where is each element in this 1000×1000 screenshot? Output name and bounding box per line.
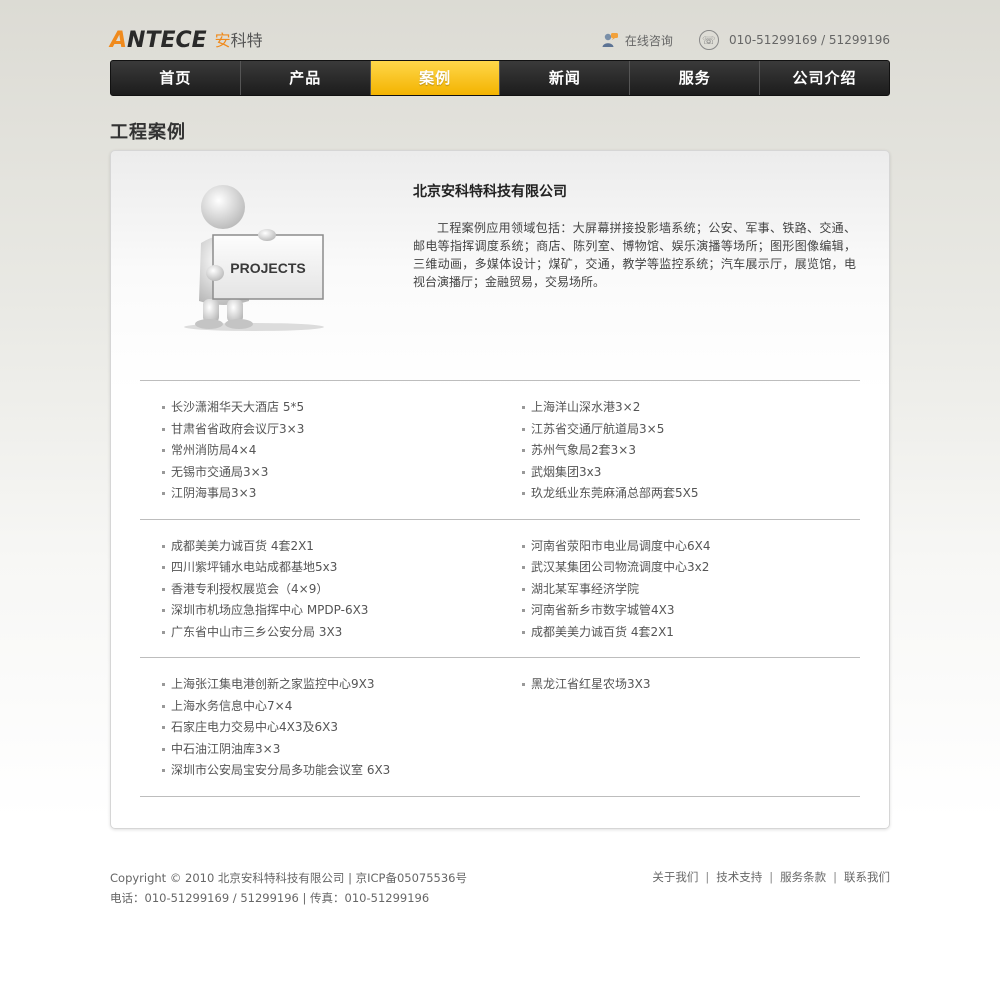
- footer-separator: |: [833, 870, 837, 884]
- project-item[interactable]: 长沙潇湘华天大酒店 5*5: [162, 397, 500, 419]
- chat-user-icon: [601, 31, 619, 49]
- content-panel: PROJECTS 北京安科特科技有限公司 工程案例应用领域包括：大屏幕拼接投影墙…: [110, 150, 890, 829]
- project-item[interactable]: 无锡市交通局3×3: [162, 462, 500, 484]
- footer-link-terms[interactable]: 服务条款: [780, 868, 826, 886]
- nav-item-service[interactable]: 服务: [630, 61, 761, 95]
- logo-wordmark: ANTECE: [110, 28, 207, 53]
- project-item[interactable]: 常州消防局4×4: [162, 440, 500, 462]
- project-column-right: 黑龙江省红星农场3X3: [500, 674, 860, 782]
- footer-separator: |: [705, 870, 710, 884]
- project-group: 成都美美力诚百货 4套2X1 四川紫坪铺水电站成都基地5x3 香港专利授权展览会…: [140, 518, 860, 658]
- header-contact: 在线咨询 ☏ 010-51299169 / 51299196: [601, 30, 890, 50]
- page-title: 工程案例: [110, 122, 186, 143]
- project-item[interactable]: 武烟集团3x3: [522, 462, 860, 484]
- site-logo[interactable]: ANTECE 安科特: [110, 28, 263, 54]
- nav-item-home[interactable]: 首页: [111, 61, 241, 95]
- project-column-left: 长沙潇湘华天大酒店 5*5 甘肃省省政府会议厅3×3 常州消防局4×4 无锡市交…: [140, 397, 500, 505]
- project-group: 长沙潇湘华天大酒店 5*5 甘肃省省政府会议厅3×3 常州消防局4×4 无锡市交…: [140, 380, 860, 519]
- project-item[interactable]: 江苏省交通厅航道局3×5: [522, 419, 860, 441]
- project-item[interactable]: 成都美美力诚百货 4套2X1: [522, 622, 860, 644]
- phone-icon: ☏: [698, 30, 719, 50]
- logo-chinese-name: 安科特: [214, 31, 263, 50]
- footer-links: 关于我们 | 技术支持 | 服务条款 | 联系我们: [652, 868, 890, 886]
- nav-item-cases[interactable]: 案例: [370, 61, 501, 95]
- project-column-right: 河南省荥阳市电业局调度中心6X4 武汉某集团公司物流调度中心3x2 湖北某军事经…: [500, 536, 860, 644]
- project-item[interactable]: 湖北某军事经济学院: [522, 579, 860, 601]
- company-name: 北京安科特科技有限公司: [413, 184, 567, 200]
- project-item[interactable]: 深圳市公安局宝安分局多功能会议室 6X3: [162, 760, 500, 782]
- project-item[interactable]: 黑龙江省红星农场3X3: [522, 674, 860, 696]
- project-item[interactable]: 河南省新乡市数字城管4X3: [522, 600, 860, 622]
- project-item[interactable]: 香港专利授权展览会（4×9）: [162, 579, 500, 601]
- footer-contact: 电话：010-51299169 / 51299196 | 传真：010-5129…: [110, 891, 430, 905]
- footer-separator: |: [769, 870, 774, 884]
- project-item[interactable]: 河南省荥阳市电业局调度中心6X4: [522, 536, 860, 558]
- project-item[interactable]: 上海洋山深水港3×2: [522, 397, 860, 419]
- main-nav: 首页 产品 案例 新闻 服务 公司介绍: [110, 60, 890, 96]
- project-column-left: 成都美美力诚百货 4套2X1 四川紫坪铺水电站成都基地5x3 香港专利授权展览会…: [140, 536, 500, 644]
- nav-item-products[interactable]: 产品: [241, 61, 371, 95]
- online-consult-link[interactable]: 在线咨询: [601, 31, 673, 49]
- site-header: ANTECE 安科特 在线咨询 ☏ 010-51299169 / 5129919…: [110, 28, 890, 54]
- project-item[interactable]: 深圳市机场应急指挥中心 MPDP-6X3: [162, 600, 500, 622]
- company-intro: 工程案例应用领域包括：大屏幕拼接投影墙系统；公安、军事、铁路、交通、邮电等指挥调…: [413, 221, 856, 289]
- project-item[interactable]: 四川紫坪铺水电站成都基地5x3: [162, 557, 500, 579]
- phone-info: ☏ 010-51299169 / 51299196: [698, 30, 890, 50]
- project-item[interactable]: 甘肃省省政府会议厅3×3: [162, 419, 500, 441]
- nav-item-news[interactable]: 新闻: [500, 61, 631, 95]
- site-footer: Copyright © 2010 北京安科特科技有限公司 | 京ICP备0507…: [110, 868, 890, 908]
- projects-sign-label: PROJECTS: [230, 260, 305, 276]
- footer-link-support[interactable]: 技术支持: [716, 868, 762, 886]
- project-column-right: 上海洋山深水港3×2 江苏省交通厅航道局3×5 苏州气象局2套3×3 武烟集团3…: [500, 397, 860, 505]
- project-column-left: 上海张江集电港创新之家监控中心9X3 上海水务信息中心7×4 石家庄电力交易中心…: [140, 674, 500, 782]
- footer-link-contact[interactable]: 联系我们: [844, 868, 890, 886]
- project-item[interactable]: 武汉某集团公司物流调度中心3x2: [522, 557, 860, 579]
- project-item[interactable]: 中石油江阴油库3×3: [162, 739, 500, 761]
- online-consult-label: 在线咨询: [624, 33, 673, 48]
- project-item[interactable]: 上海水务信息中心7×4: [162, 696, 500, 718]
- project-item[interactable]: 石家庄电力交易中心4X3及6X3: [162, 717, 500, 739]
- nav-item-about[interactable]: 公司介绍: [760, 61, 889, 95]
- phone-number: 010-51299169 / 51299196: [728, 33, 890, 47]
- project-item[interactable]: 成都美美力诚百货 4套2X1: [162, 536, 500, 558]
- project-item[interactable]: 上海张江集电港创新之家监控中心9X3: [162, 674, 500, 696]
- projects-figure-image: PROJECTS: [184, 185, 324, 331]
- project-item[interactable]: 玖龙纸业东莞麻涌总部两套5X5: [522, 483, 860, 505]
- project-item[interactable]: 江阴海事局3×3: [162, 483, 500, 505]
- project-list: 长沙潇湘华天大酒店 5*5 甘肃省省政府会议厅3×3 常州消防局4×4 无锡市交…: [140, 380, 860, 797]
- project-item[interactable]: 广东省中山市三乡公安分局 3X3: [162, 622, 500, 644]
- footer-link-about[interactable]: 关于我们: [652, 868, 698, 886]
- project-group: 上海张江集电港创新之家监控中心9X3 上海水务信息中心7×4 石家庄电力交易中心…: [140, 657, 860, 797]
- project-item[interactable]: 苏州气象局2套3×3: [522, 440, 860, 462]
